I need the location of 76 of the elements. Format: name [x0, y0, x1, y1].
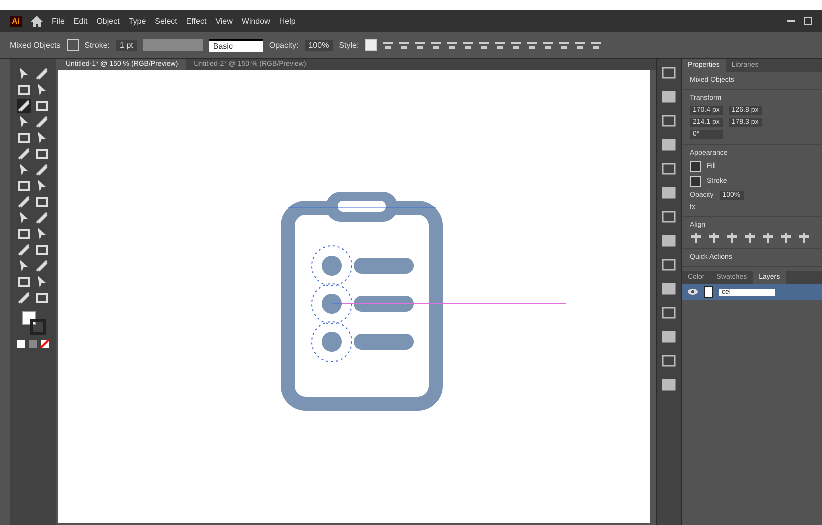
maximize-icon[interactable] — [804, 17, 812, 25]
style-swatch[interactable] — [365, 39, 378, 51]
tool-icon[interactable] — [17, 147, 31, 161]
tool-icon[interactable] — [35, 99, 49, 113]
panel-icon[interactable] — [662, 115, 676, 127]
align-icon[interactable] — [780, 233, 792, 243]
menu-item[interactable]: Select — [155, 16, 178, 26]
eye-icon[interactable] — [688, 288, 698, 296]
opacity-label: Opacity: — [269, 40, 299, 50]
menu-item[interactable]: Window — [242, 16, 270, 26]
fill-swatch[interactable] — [66, 39, 79, 51]
tool-icon[interactable] — [17, 291, 31, 305]
stroke-label: Stroke: — [84, 40, 110, 50]
layer-thumbnail — [704, 286, 713, 298]
align-icon[interactable] — [495, 40, 506, 50]
color-mode-icon[interactable] — [15, 339, 51, 349]
panel-icon[interactable] — [662, 211, 676, 223]
tool-icon[interactable] — [35, 147, 49, 161]
tool-icon[interactable] — [17, 195, 31, 209]
tool-icon[interactable] — [35, 67, 49, 81]
tool-icon[interactable] — [35, 243, 49, 257]
tool-icon[interactable] — [35, 163, 49, 177]
app-logo: Ai — [10, 16, 22, 26]
align-icon[interactable] — [447, 40, 458, 50]
selection-label: Mixed Objects — [10, 40, 61, 50]
align-icon[interactable] — [399, 40, 410, 50]
align-icon[interactable] — [383, 40, 394, 50]
align-icon[interactable] — [744, 233, 756, 243]
tool-icon[interactable] — [17, 243, 31, 257]
align-icon[interactable] — [431, 40, 442, 50]
align-icon[interactable] — [575, 40, 586, 50]
tool-icon[interactable] — [17, 83, 31, 97]
align-icon[interactable] — [463, 40, 474, 50]
panel-icon[interactable] — [662, 355, 676, 367]
tool-icon[interactable] — [35, 115, 49, 129]
align-icon[interactable] — [708, 233, 720, 243]
menu-item[interactable]: Edit — [74, 16, 88, 26]
tool-icon[interactable] — [17, 227, 31, 241]
align-icon[interactable] — [726, 233, 738, 243]
menu-item[interactable]: Help — [279, 16, 296, 26]
tool-icon[interactable] — [35, 211, 49, 225]
align-icon[interactable] — [798, 233, 810, 243]
menu-item[interactable]: View — [216, 16, 233, 26]
tool-icon[interactable] — [35, 195, 49, 209]
menu-item[interactable]: Object — [96, 16, 120, 26]
tool-icon[interactable] — [17, 99, 31, 113]
stroke-weight-field[interactable]: 1 pt — [116, 40, 138, 50]
align-icon[interactable] — [591, 40, 602, 50]
home-icon[interactable] — [31, 16, 43, 26]
align-icon[interactable] — [690, 233, 702, 243]
tool-icon[interactable] — [35, 259, 49, 273]
panel-icon[interactable] — [662, 259, 676, 271]
tool-icon[interactable] — [17, 179, 31, 193]
align-icon[interactable] — [415, 40, 426, 50]
style-label: Style: — [339, 40, 360, 50]
opacity-field[interactable]: 100% — [304, 40, 334, 50]
align-icon[interactable] — [511, 40, 522, 50]
tool-icon[interactable] — [17, 131, 31, 145]
menu-item[interactable]: File — [52, 16, 65, 26]
tool-icon[interactable] — [17, 275, 31, 289]
panel-icon[interactable] — [662, 163, 676, 175]
align-icon[interactable] — [543, 40, 554, 50]
panel-icon[interactable] — [662, 67, 676, 79]
menu-item[interactable]: Type — [128, 16, 146, 26]
fill-stroke-icon[interactable] — [22, 311, 44, 333]
align-icon[interactable] — [762, 233, 774, 243]
panel-icon[interactable] — [662, 307, 676, 319]
variable-width-field[interactable] — [143, 39, 204, 51]
brush-field[interactable]: Basic — [209, 38, 264, 52]
tool-icon[interactable] — [35, 291, 49, 305]
fill-swatch[interactable] — [690, 161, 701, 172]
align-icon[interactable] — [527, 40, 538, 50]
align-icon[interactable] — [559, 40, 570, 50]
align-icon[interactable] — [479, 40, 490, 50]
menu-item[interactable]: Effect — [186, 16, 207, 26]
stroke-swatch[interactable] — [690, 176, 701, 187]
